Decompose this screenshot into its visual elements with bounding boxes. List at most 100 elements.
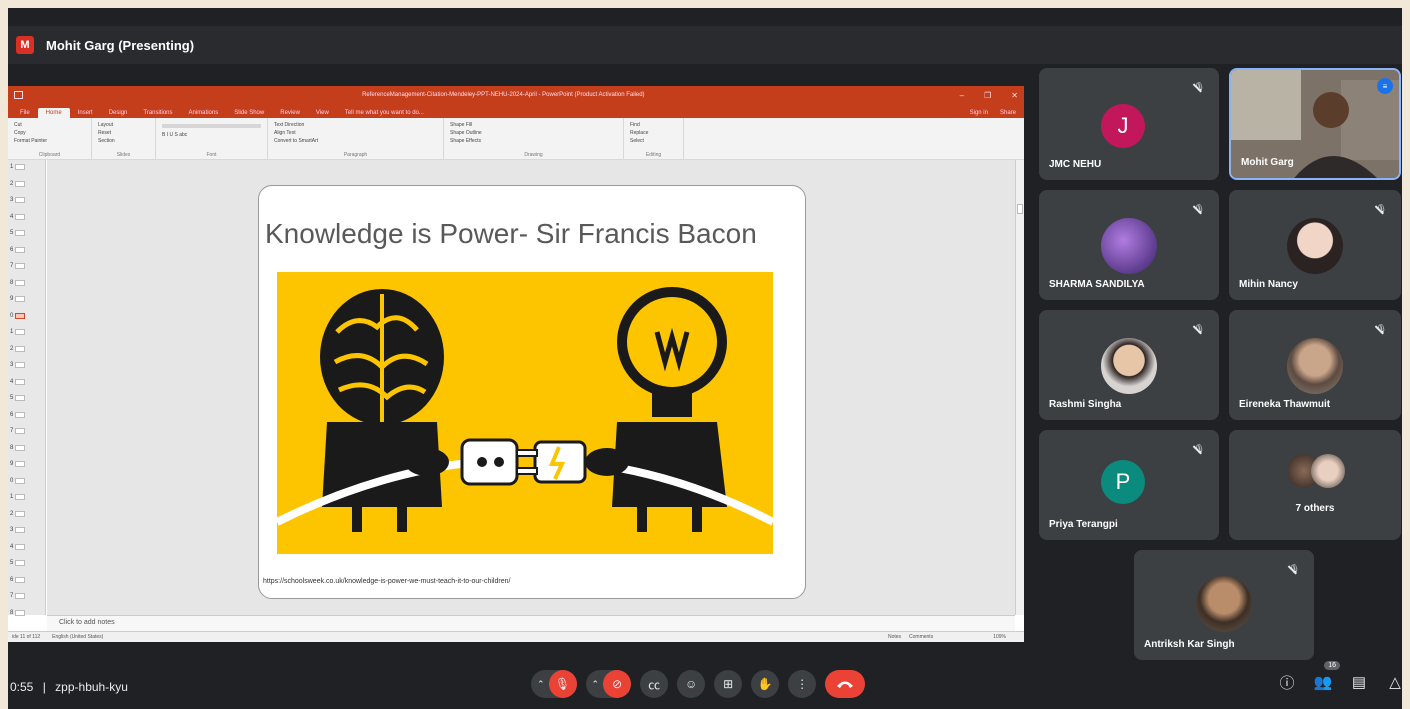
vertical-scrollbar[interactable] [1015,160,1024,615]
participant-tile[interactable]: P 🎙 Priya Terangpi [1039,430,1219,540]
slide-thumbnail[interactable]: 3 [10,362,26,368]
tab-home[interactable]: Home [37,108,70,118]
tab-transitions[interactable]: Transitions [135,108,180,118]
emoji-icon[interactable]: ☺ [677,670,706,698]
others-tile[interactable]: 7 others [1229,430,1401,540]
tab-animations[interactable]: Animations [181,108,227,118]
mic-off-icon[interactable]: 🎙 [548,670,577,698]
comments-toggle[interactable]: Comments [909,634,933,640]
sign-in-link[interactable]: Sign in [962,108,992,118]
slide-thumbnail[interactable]: 9 [10,296,26,302]
slide-thumbnail[interactable]: 5 [10,395,26,401]
slide-thumbnail[interactable]: 8 [10,609,26,616]
participant-tile[interactable]: 🎙 Antriksh Kar Singh [1134,550,1314,660]
minimize-icon[interactable]: – [960,91,964,100]
notes-pane[interactable]: Click to add notes [47,615,1015,631]
slide-thumbnail[interactable]: 7 [10,428,26,434]
slide-source-url[interactable]: https://schoolsweek.co.uk/knowledge-is-p… [263,578,510,585]
slide-thumbnail[interactable]: 6 [10,246,26,253]
present-icon[interactable]: ⊞ [714,670,743,698]
slide-thumbnail[interactable]: 6 [10,576,26,583]
participant-tile[interactable]: 🎙 Rashmi Singha [1039,310,1219,420]
slide-thumbnail[interactable]: 6 [10,411,26,418]
tab-review[interactable]: Review [272,108,308,118]
slide-thumbnail[interactable]: 4 [10,213,26,220]
slide-thumbnail[interactable]: 8 [10,444,26,451]
zoom-level[interactable]: 109% [993,634,1006,640]
tab-slide-show[interactable]: Slide Show [226,108,272,118]
slide-thumbnail[interactable]: 1 [10,164,26,170]
slide-number: 1 [10,164,14,170]
slide-thumbnail[interactable]: 2 [10,180,26,187]
slide-number: 3 [10,527,14,533]
copy-button[interactable]: Copy [14,130,85,136]
font-format-buttons[interactable]: B I U S abc [162,132,261,138]
tell-me-box[interactable]: Tell me what you want to do... [337,108,432,118]
shape-fill-button[interactable]: Shape Fill [450,122,617,128]
camera-control[interactable]: ⌃ ⊘ [585,670,632,698]
mic-control[interactable]: ⌃ 🎙 [531,670,577,698]
share-button[interactable]: Share [992,108,1024,118]
language-status[interactable]: English (United States) [52,634,103,640]
format-painter-button[interactable]: Format Painter [14,138,85,144]
slide-thumbnail[interactable]: 4 [10,378,26,385]
chevron-up-icon[interactable]: ⌃ [537,679,545,690]
save-icon[interactable] [14,91,23,99]
chevron-up-icon[interactable]: ⌃ [592,679,600,690]
slide-thumbnail[interactable]: 2 [10,510,26,517]
slide-thumbnail[interactable]: 4 [10,543,26,550]
tab-design[interactable]: Design [101,108,136,118]
participant-tile[interactable]: 🎙 SHARMA SANDILYA [1039,190,1219,300]
smartart-button[interactable]: Convert to SmartArt [274,138,437,144]
slide-thumbnail[interactable]: 8 [10,279,26,286]
raise-hand-icon[interactable]: ✋ [751,670,780,698]
participant-tile-speaking[interactable]: ≡ Mohit Garg [1229,68,1401,180]
meeting-code[interactable]: zpp-hbuh-kyu [55,680,128,694]
slide-thumbnail-pane[interactable]: 1 2 3 4 5 6 7 8 9 0 1 2 3 4 5 6 7 8 9 0 1 2 3 4 5 6 7 8 [8,160,46,616]
layout-button[interactable]: Layout [98,122,149,128]
participant-tile[interactable]: J 🎙 JMC NEHU [1039,68,1219,180]
slide-thumbnail[interactable]: 3 [10,197,26,203]
tab-file[interactable]: File [12,108,38,118]
info-icon[interactable]: ⓘ [1276,671,1298,693]
scroll-thumb[interactable] [1017,204,1023,214]
select-button[interactable]: Select [630,138,677,144]
slide-thumbnail[interactable]: 7 [10,593,26,599]
slide-thumbnail[interactable]: 1 [10,329,26,335]
slide-thumbnail[interactable]: 3 [10,527,26,533]
slide-thumbnail[interactable]: 5 [10,560,26,566]
slide-thumbnail[interactable]: 2 [10,345,26,352]
shape-outline-button[interactable]: Shape Outline [450,130,617,136]
close-icon[interactable]: ✕ [1011,91,1018,100]
tab-insert[interactable]: Insert [70,108,101,118]
more-icon[interactable]: ⋮ [788,670,817,698]
shape-effects-button[interactable]: Shape Effects [450,138,617,144]
align-text-button[interactable]: Align Text [274,130,437,136]
activities-icon[interactable]: △ [1384,671,1402,693]
find-button[interactable]: Find [630,122,677,128]
people-icon[interactable]: 👥 16 [1312,661,1340,693]
chat-icon[interactable]: ▤ [1348,671,1370,693]
slide-thumbnail[interactable]: 0 [10,312,26,319]
section-button[interactable]: Section [98,138,149,144]
replace-button[interactable]: Replace [630,130,677,136]
participant-tile[interactable]: 🎙 Eireneka Thawmuit [1229,310,1401,420]
notes-toggle[interactable]: Notes [888,634,901,640]
slide-thumbnail[interactable]: 0 [10,477,26,484]
cut-button[interactable]: Cut [14,122,85,128]
slide-thumbnail[interactable]: 7 [10,263,26,269]
slide-thumbnail[interactable]: 9 [10,461,26,467]
slide-thumbnail[interactable]: 5 [10,230,26,236]
text-direction-button[interactable]: Text Direction [274,122,437,128]
slide-thumbnail[interactable]: 1 [10,494,26,500]
end-call-button[interactable] [825,670,866,698]
current-slide[interactable]: Knowledge is Power- Sir Francis Bacon ht… [258,185,806,599]
camera-off-icon[interactable]: ⊘ [603,670,632,698]
tab-view[interactable]: View [308,108,337,118]
restore-icon[interactable]: ❐ [984,91,991,100]
reset-button[interactable]: Reset [98,130,149,136]
participant-tile[interactable]: 🎙 Mihin Nancy [1229,190,1401,300]
participant-name: Mihin Nancy [1239,279,1298,290]
captions-icon[interactable]: ㏄ [640,670,669,698]
font-name-box[interactable] [162,124,261,128]
